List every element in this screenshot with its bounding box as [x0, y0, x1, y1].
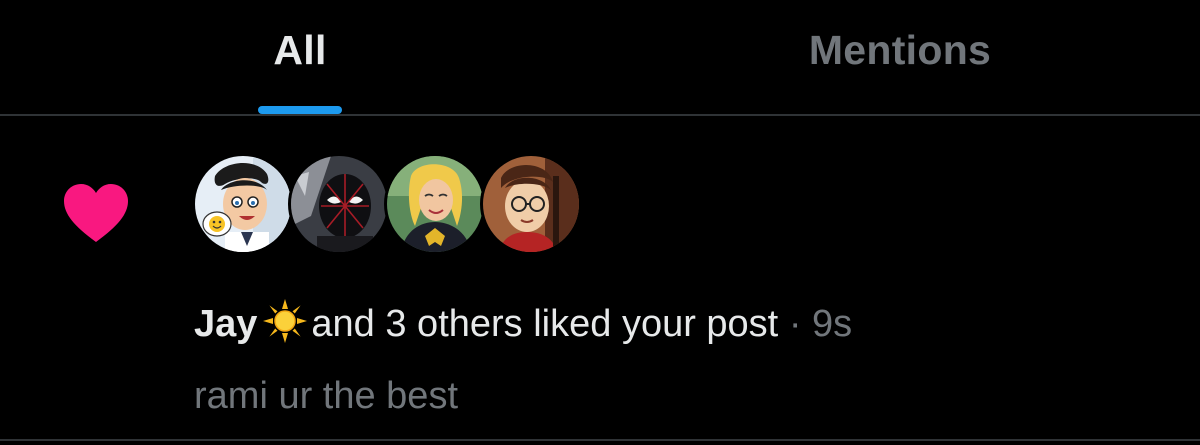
tab-mentions[interactable]: Mentions [800, 0, 1000, 114]
avatar-2[interactable] [291, 156, 387, 252]
time-separator: · [788, 303, 802, 345]
avatar-1[interactable] [195, 156, 291, 252]
liked-post-text[interactable]: rami ur the best [194, 372, 458, 420]
notification-divider [0, 439, 1200, 441]
tab-all[interactable]: All [200, 0, 400, 114]
tab-all-label: All [273, 27, 327, 73]
like-notification[interactable]: Jay and 3 others liked your post · 9s ra… [0, 116, 1200, 441]
sun-icon [263, 299, 308, 343]
heart-icon [62, 182, 130, 244]
avatar-4[interactable] [483, 156, 579, 252]
notification-summary: Jay and 3 others liked your post · 9s [194, 299, 852, 348]
actor-name[interactable]: Jay [194, 303, 257, 345]
timestamp: 9s [812, 303, 853, 345]
action-text: and 3 others liked your post [311, 303, 779, 345]
notifications-tab-bar: All Mentions [0, 0, 1200, 116]
avatar-3[interactable] [387, 156, 483, 252]
tab-active-indicator [258, 106, 342, 114]
tab-mentions-label: Mentions [808, 27, 992, 73]
